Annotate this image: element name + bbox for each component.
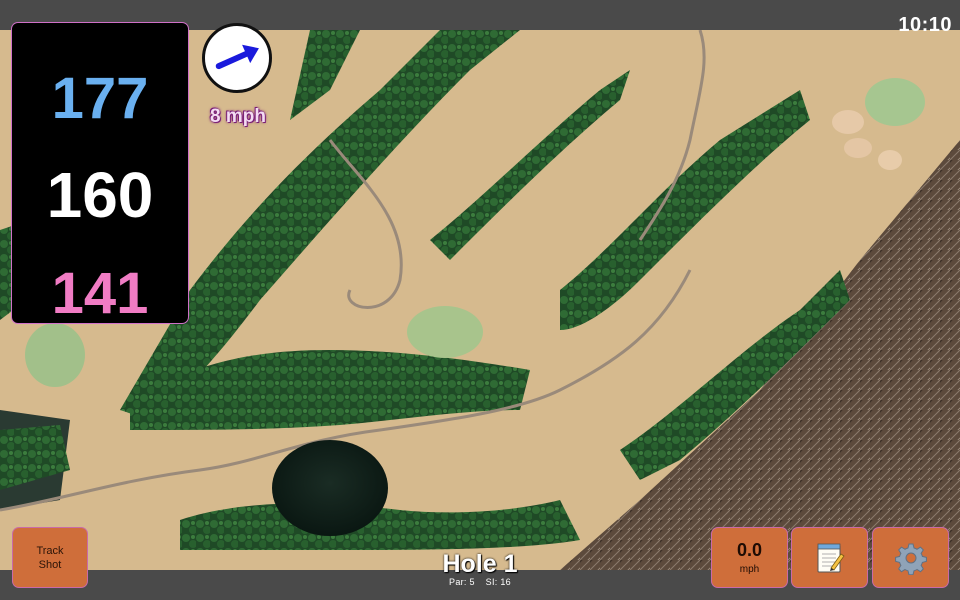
- middle-distance: 160: [46, 159, 154, 231]
- distance-panel: 177 160 141: [12, 23, 188, 326]
- wind-compass: [202, 23, 272, 93]
- green: [407, 306, 483, 358]
- hole-stroke-index: SI: 16: [485, 577, 511, 587]
- wind-speed-label: 8 mph: [210, 106, 266, 127]
- hole-info: Par: 5 SI: 16: [380, 577, 580, 587]
- speed-value: 0.0: [736, 540, 763, 560]
- track-shot-label-line2: Shot: [38, 558, 62, 571]
- settings-button[interactable]: [873, 528, 948, 587]
- gear-icon: [894, 543, 927, 575]
- hole-title: Hole 1: [442, 550, 518, 578]
- clock: 10:10: [898, 14, 952, 36]
- notepad-icon: [817, 543, 845, 572]
- hole-par: Par: 5: [449, 577, 475, 587]
- speed-button[interactable]: 0.0 mph: [712, 528, 787, 587]
- back-distance: 177: [51, 66, 149, 131]
- front-distance: 141: [51, 261, 149, 326]
- wind-arrow-icon: [215, 44, 259, 70]
- water-hazard: [272, 440, 388, 536]
- track-shot-button[interactable]: Track Shot: [13, 528, 87, 587]
- notes-button[interactable]: [792, 528, 867, 587]
- track-shot-label-line1: Track: [36, 544, 64, 557]
- speed-unit: mph: [739, 564, 760, 575]
